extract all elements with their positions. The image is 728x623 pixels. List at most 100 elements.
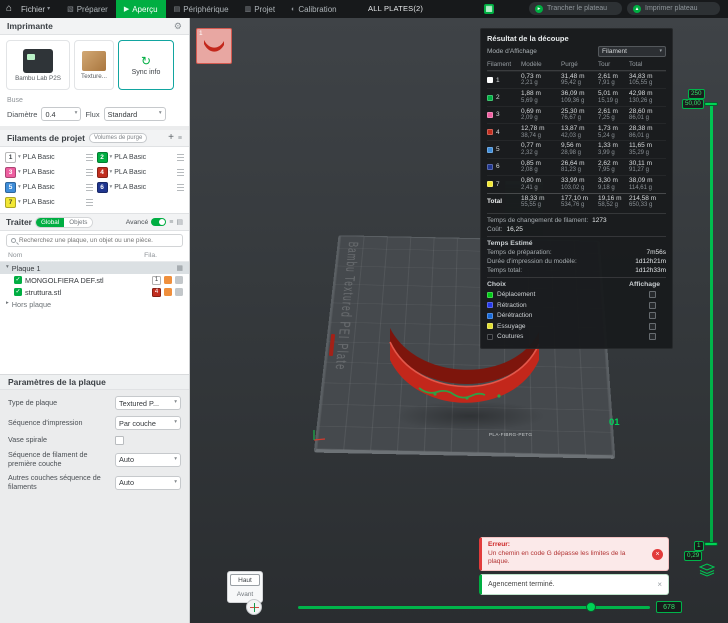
filament-edit-icon[interactable] bbox=[85, 184, 93, 191]
filament-color-swatch[interactable]: 7 bbox=[5, 197, 16, 208]
nozzle-diameter-select[interactable]: 0.4 ▾ bbox=[41, 107, 82, 121]
filament-color-swatch[interactable]: 1 bbox=[5, 152, 16, 163]
option-checkbox[interactable] bbox=[649, 301, 656, 309]
filament-color-swatch[interactable]: 3 bbox=[5, 167, 16, 178]
success-toast: Agencement terminé. × bbox=[479, 574, 669, 595]
layer-slider-top-handle[interactable] bbox=[704, 102, 718, 106]
option-checkbox[interactable] bbox=[649, 333, 656, 341]
filament-edit-icon[interactable] bbox=[85, 199, 93, 206]
plate-settings-icon[interactable]: ▦ bbox=[176, 265, 183, 272]
layers-icon[interactable]: ▤ bbox=[176, 219, 183, 226]
purge-volumes-button[interactable]: Volumes de purge bbox=[88, 133, 148, 143]
filament-edit-icon[interactable] bbox=[85, 154, 93, 161]
filament-color-swatch[interactable]: 4 bbox=[96, 167, 108, 178]
filament-slot[interactable]: 2 ▾ PLA Basic bbox=[96, 151, 184, 164]
sync-info-button[interactable]: ↻ Sync info bbox=[118, 40, 174, 90]
purge-cell: 13,87 m 42,03 g bbox=[561, 125, 585, 139]
main-tabs: ▧ Préparer ▶ Aperçu ▤ Périphérique ▥ Pro… bbox=[59, 0, 345, 18]
object-action-icon[interactable] bbox=[164, 288, 172, 296]
layers-stack-icon[interactable] bbox=[699, 563, 715, 577]
home-icon[interactable]: ⌂ bbox=[0, 4, 16, 14]
slice-plate-button[interactable]: ▸ Trancher le plateau bbox=[529, 2, 622, 15]
plate-thumbnail[interactable]: 1 bbox=[196, 28, 232, 64]
first-layer-sequence-select[interactable]: Auto ▾ bbox=[115, 452, 181, 467]
all-plates-label[interactable]: ALL PLATES(2) bbox=[368, 0, 423, 18]
view-gizmo-button[interactable] bbox=[246, 599, 262, 615]
filament-slot[interactable]: 7 ▾ PLA Basic bbox=[5, 196, 93, 209]
close-icon[interactable]: × bbox=[652, 549, 663, 560]
tab-prepare[interactable]: ▧ Préparer bbox=[59, 0, 116, 18]
filament-edit-icon[interactable] bbox=[177, 169, 184, 176]
move-slider-handle[interactable] bbox=[586, 602, 596, 612]
tab-device[interactable]: ▤ Périphérique bbox=[166, 0, 237, 18]
chevron-down-icon: ▾ bbox=[18, 183, 21, 190]
filament-slot[interactable]: 5 ▾ PLA Basic bbox=[5, 181, 93, 194]
visibility-checkbox[interactable]: ✓ bbox=[14, 276, 22, 284]
layer-slider-track[interactable] bbox=[710, 102, 713, 546]
print-plate-button[interactable]: ▴ Imprimer plateau bbox=[627, 2, 720, 15]
display-mode-select[interactable]: Filament ▾ bbox=[598, 46, 666, 57]
printer-name: Bambu Lab P2S bbox=[15, 74, 61, 82]
object-filament-chip[interactable]: 4 bbox=[152, 287, 161, 297]
filament-changes-row: Temps de changement de filament: 1273 bbox=[487, 217, 666, 224]
plate-grid-icon[interactable]: ▦ bbox=[484, 4, 494, 14]
close-icon[interactable]: × bbox=[657, 580, 662, 589]
object-more-icon[interactable] bbox=[175, 288, 183, 296]
flow-select[interactable]: Standard ▾ bbox=[103, 107, 166, 121]
other-layers-sequence-select[interactable]: Auto ▾ bbox=[115, 475, 181, 490]
plate-type-card[interactable]: Texture... bbox=[74, 40, 114, 90]
tab-project[interactable]: ▥ Projet bbox=[237, 0, 284, 18]
option-checkbox[interactable] bbox=[649, 291, 656, 299]
process-title: Traiter bbox=[6, 217, 32, 227]
tree-row-object[interactable]: ✓ struttura.stl 4 bbox=[0, 286, 189, 298]
filament-number: 1 bbox=[496, 76, 500, 84]
gear-icon[interactable]: ⚙ bbox=[174, 21, 182, 31]
filament-color-swatch[interactable]: 6 bbox=[96, 182, 108, 193]
filament-color-swatch[interactable]: 2 bbox=[96, 152, 108, 163]
object-filament-chip[interactable]: 1 bbox=[152, 275, 161, 285]
filament-slot[interactable]: 1 ▾ PLA Basic bbox=[5, 151, 93, 164]
scope-objects-button[interactable]: Objets bbox=[64, 217, 93, 227]
list-icon[interactable]: ≡ bbox=[169, 219, 173, 226]
filament-edit-icon[interactable] bbox=[177, 154, 184, 161]
tree-row-outside[interactable]: ▸ Hors plaque bbox=[0, 298, 189, 310]
file-menu[interactable]: Fichier ▾ bbox=[16, 0, 55, 18]
purge-cell: 26,64 m 81,23 g bbox=[561, 159, 585, 174]
filament-slot[interactable]: 6 ▾ PLA Basic bbox=[96, 181, 184, 194]
plate-type-select[interactable]: Textured P... ▾ bbox=[115, 396, 181, 410]
spiral-vase-checkbox[interactable] bbox=[115, 436, 124, 445]
filament-edit-icon[interactable] bbox=[85, 169, 93, 176]
advanced-toggle[interactable] bbox=[151, 218, 167, 226]
model-cell: 1,88 m 5,69 g bbox=[521, 90, 541, 104]
filament-slot[interactable]: 4 ▾ PLA Basic bbox=[96, 166, 184, 179]
visibility-checkbox[interactable]: ✓ bbox=[14, 288, 22, 296]
scope-global-button[interactable]: Global bbox=[36, 217, 65, 227]
tree-row-plate[interactable]: ▾ Plaque 1 ▦ bbox=[0, 262, 189, 274]
search-box[interactable] bbox=[6, 234, 183, 247]
purge-cell: 33,99 m 103,02 g bbox=[561, 177, 585, 191]
slice-button-label: Trancher le plateau bbox=[547, 5, 608, 12]
tab-label: Préparer bbox=[76, 4, 108, 14]
move-slider-track[interactable] bbox=[298, 602, 650, 612]
option-checkbox[interactable] bbox=[649, 312, 656, 320]
tab-preview[interactable]: ▶ Aperçu bbox=[115, 0, 166, 18]
model-cell: 12,78 m 38,74 g bbox=[521, 125, 545, 139]
filament-settings-icon[interactable]: ≡ bbox=[178, 135, 182, 142]
tab-calibration[interactable]: ◐ Calibration bbox=[283, 0, 344, 18]
printer-card[interactable]: Bambu Lab P2S bbox=[6, 40, 70, 90]
object-action-icon[interactable] bbox=[164, 276, 172, 284]
tree-row-object[interactable]: ✓ MONGOLFIERA DEF.stl 1 bbox=[0, 274, 189, 286]
add-filament-icon[interactable]: + bbox=[168, 133, 174, 143]
filament-slot[interactable]: 3 ▾ PLA Basic bbox=[5, 166, 93, 179]
filament-edit-icon[interactable] bbox=[177, 184, 184, 191]
filament-number: 4 bbox=[496, 128, 500, 136]
filament-color-swatch[interactable]: 5 bbox=[5, 182, 16, 193]
col-filament: Filament bbox=[487, 61, 512, 68]
print-sequence-select[interactable]: Par couche ▾ bbox=[115, 416, 181, 430]
view-top-item[interactable]: Haut bbox=[230, 574, 260, 586]
search-input[interactable] bbox=[19, 237, 178, 244]
layer-slider-bottom-handle[interactable] bbox=[704, 542, 718, 546]
option-checkbox[interactable] bbox=[649, 322, 656, 330]
object-more-icon[interactable] bbox=[175, 276, 183, 284]
preview-viewport[interactable]: Bambu Textured PEI Plate PLA-FIBRG-PETG … bbox=[190, 18, 728, 623]
